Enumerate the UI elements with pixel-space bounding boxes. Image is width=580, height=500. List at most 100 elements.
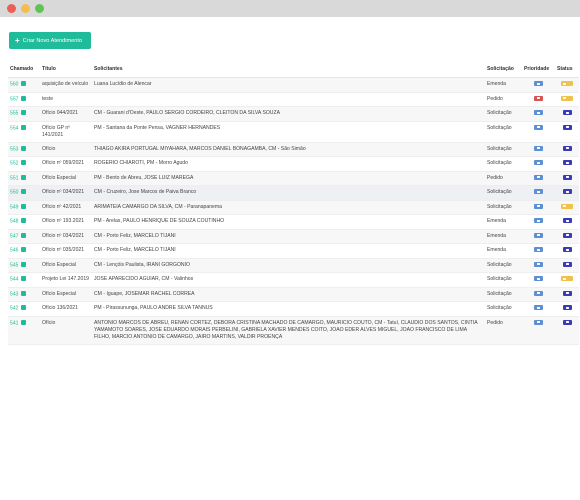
ticket-status-cell — [555, 156, 579, 172]
table-row[interactable]: 549 Ofício nº 42/2021 ARIMATEIA CAMARGO DA… — [8, 200, 579, 215]
edit-icon[interactable] — [20, 174, 26, 180]
table-row[interactable]: 551 Ofício Especial PM - Bento de Abreu, J… — [8, 171, 579, 186]
table-row[interactable]: 546 Ofício nº 035/2021 CM - Porto Feliz, M… — [8, 243, 579, 259]
table-row[interactable]: 550 Ofício nº 034/2021 CM - Cruzeiro, Jose… — [8, 185, 579, 201]
ticket-priority-cell — [522, 200, 555, 215]
status-badge-icon — [562, 189, 572, 195]
table-row[interactable]: 554 Ofício GP nº 141/2021 PM - Santana da … — [8, 121, 579, 143]
column-header-solicitacao[interactable]: Solicitação — [485, 62, 522, 78]
ticket-id-cell: 548 — [8, 214, 40, 230]
ticket-title: Ofício GP nº 141/2021 — [40, 121, 92, 143]
edit-icon[interactable] — [20, 319, 26, 325]
ticket-requesters: JOSE APARECIDO AGUIAR, CM - Valinhos — [92, 272, 485, 288]
ticket-status-cell — [555, 171, 579, 186]
close-window-button[interactable] — [7, 4, 16, 13]
ticket-id-link[interactable]: 543 — [10, 291, 19, 297]
ticket-id-cell: 552 — [8, 156, 40, 172]
edit-icon[interactable] — [20, 218, 26, 223]
ticket-id-cell: 554 — [8, 121, 40, 143]
ticket-id-link[interactable]: 546 — [10, 248, 19, 254]
edit-icon[interactable] — [20, 189, 26, 194]
minimize-window-button[interactable] — [21, 4, 30, 13]
ticket-requesters: CM - Cruzeiro, Jose Marcos de Paiva Bran… — [92, 185, 485, 201]
edit-icon[interactable] — [20, 95, 26, 101]
ticket-priority-cell — [522, 301, 555, 317]
ticket-type: Solicitação — [485, 142, 522, 157]
maximize-window-button[interactable] — [35, 4, 44, 13]
ticket-id-link[interactable]: 552 — [10, 161, 19, 167]
status-badge-icon — [561, 81, 573, 87]
table-row[interactable]: 557 teste Pedido — [8, 92, 579, 107]
edit-icon[interactable] — [20, 160, 26, 165]
table-row[interactable]: 545 Ofício Especial CM - Lençóis Paulista,… — [8, 258, 579, 273]
edit-icon[interactable] — [20, 276, 26, 281]
create-ticket-button[interactable]: + Criar Novo Atendimento — [9, 32, 91, 49]
ticket-id-link[interactable]: 549 — [10, 204, 19, 210]
ticket-id-cell: 553 — [8, 142, 40, 157]
ticket-id-link[interactable]: 545 — [10, 262, 19, 268]
table-row[interactable]: 555 Ofício 044/2021 CM - Guarani d'Oeste, … — [8, 106, 579, 122]
table-row[interactable]: 552 Ofício nº 059/2021 ROGERIO CHIAROTI, P… — [8, 156, 579, 172]
column-header-chamado[interactable]: Chamado — [8, 62, 40, 78]
column-header-prioridade[interactable]: Prioridade — [522, 62, 555, 78]
table-row[interactable]: 541 Ofício ANTONIO MARCOS DE ABREU, RENAN … — [8, 316, 579, 345]
priority-badge-icon — [534, 95, 543, 101]
edit-icon[interactable] — [20, 305, 26, 310]
ticket-requesters: ANTONIO MARCOS DE ABREU, RENAN CORTEZ, D… — [92, 316, 485, 345]
ticket-id-link[interactable]: 547 — [10, 233, 19, 239]
edit-icon[interactable] — [20, 124, 26, 130]
table-row[interactable]: 542 Ofício 136/2021 PM - Pirassununga, PAU… — [8, 301, 579, 317]
table-row[interactable]: 548 Ofício nº 193.2021 PM - Arelas, PAULO … — [8, 214, 579, 230]
ticket-status-cell — [555, 121, 579, 143]
ticket-title: Ofício nº 42/2021 — [40, 200, 92, 215]
ticket-id-link[interactable]: 553 — [10, 146, 19, 152]
ticket-type: Solicitação — [485, 185, 522, 201]
edit-icon[interactable] — [20, 261, 26, 267]
ticket-priority-cell — [522, 77, 555, 93]
ticket-id-link[interactable]: 557 — [10, 96, 19, 102]
edit-icon[interactable] — [20, 81, 26, 86]
ticket-status-cell — [555, 214, 579, 230]
column-header-solicitantes[interactable]: Solicitantes — [92, 62, 485, 78]
table-row[interactable]: 553 Ofício THIAGO AKIRA PORTUGAL MIYAHARA,… — [8, 142, 579, 157]
table-row[interactable]: 543 Ofício Especial CM - Iguape, JOSEMAR R… — [8, 287, 579, 302]
column-header-titulo[interactable]: Título — [40, 62, 92, 78]
table-row[interactable]: 560 aquisição de veículo Luana Lucídio de … — [8, 77, 579, 93]
edit-icon[interactable] — [20, 232, 26, 238]
ticket-id-link[interactable]: 541 — [10, 320, 19, 326]
status-badge-icon — [562, 247, 572, 253]
edit-icon[interactable] — [20, 203, 26, 209]
ticket-id-cell: 543 — [8, 287, 40, 302]
ticket-id-link[interactable]: 542 — [10, 306, 19, 312]
edit-icon[interactable] — [20, 145, 26, 151]
ticket-id-link[interactable]: 560 — [10, 82, 19, 88]
ticket-id-cell: 560 — [8, 77, 40, 93]
status-badge-icon — [562, 319, 572, 325]
edit-icon[interactable] — [20, 110, 26, 115]
table-row[interactable]: 547 Ofício nº 034/2021 CM - Porto Feliz, M… — [8, 229, 579, 244]
ticket-title: Ofício — [40, 316, 92, 345]
ticket-status-cell — [555, 243, 579, 259]
ticket-status-cell — [555, 200, 579, 215]
ticket-priority-cell — [522, 272, 555, 288]
edit-icon[interactable] — [20, 247, 26, 252]
ticket-id-link[interactable]: 551 — [10, 175, 19, 181]
edit-icon[interactable] — [20, 290, 26, 296]
ticket-id-link[interactable]: 544 — [10, 277, 19, 283]
ticket-id-link[interactable]: 555 — [10, 111, 19, 117]
ticket-title: aquisição de veículo — [40, 77, 92, 93]
ticket-status-cell — [555, 106, 579, 122]
ticket-id-link[interactable]: 554 — [10, 125, 19, 131]
ticket-requesters: Luana Lucídio de Alencar — [92, 77, 485, 93]
ticket-priority-cell — [522, 156, 555, 172]
table-row[interactable]: 544 Projeto Lei 147.2019 JOSE APARECIDO AG… — [8, 272, 579, 288]
column-header-status[interactable]: Status — [555, 62, 579, 78]
ticket-id-cell: 541 — [8, 316, 40, 345]
priority-badge-icon — [534, 290, 543, 296]
ticket-id-link[interactable]: 548 — [10, 219, 19, 225]
ticket-id-link[interactable]: 550 — [10, 190, 19, 196]
tickets-table-body: 560 aquisição de veículo Luana Lucídio de … — [8, 77, 579, 345]
ticket-status-cell — [555, 77, 579, 93]
ticket-type: Emenda — [485, 214, 522, 230]
ticket-title: Ofício nº 034/2021 — [40, 185, 92, 201]
